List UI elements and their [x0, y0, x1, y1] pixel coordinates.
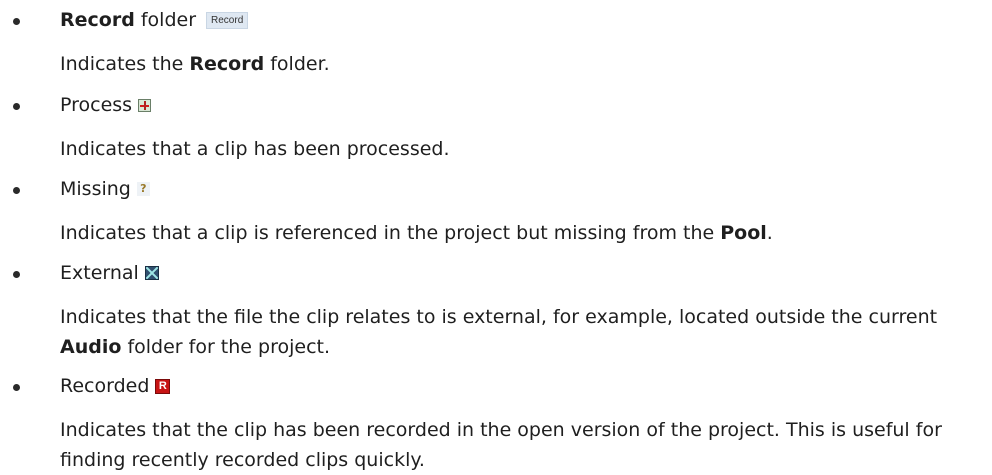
desc-text: Indicates that the file the clip relates… — [60, 306, 938, 328]
item-title: Missing ? — [60, 173, 150, 205]
item-title: Record folder Record — [60, 4, 249, 36]
item-title: Recorded R — [60, 370, 171, 402]
item-description: Indicates that a clip is referenced in t… — [60, 218, 965, 248]
desc-text: Indicates the — [60, 53, 190, 75]
desc-bold: Audio — [60, 336, 122, 358]
item-title-text: External — [60, 262, 139, 284]
item-title-text: Recorded — [60, 375, 150, 397]
icon-legend-list: Record folder Record Indicates the Recor… — [0, 0, 992, 471]
item-title-text: Process — [60, 94, 133, 116]
desc-bold: Pool — [720, 222, 767, 244]
item-title-text: Missing — [60, 178, 131, 200]
item-description: Indicates that the file the clip relates… — [60, 302, 965, 362]
external-icon — [144, 266, 159, 280]
desc-text-end: folder. — [264, 53, 330, 75]
bullet — [13, 103, 20, 110]
item-description: Indicates that the clip has been recorde… — [60, 419, 942, 471]
desc-text-end: . — [766, 222, 773, 244]
desc-text: Indicates that a clip is referenced in t… — [60, 222, 721, 244]
recorded-icon: R — [155, 378, 171, 394]
bullet — [13, 271, 20, 278]
item-title: External — [60, 257, 159, 289]
item-title: Process — [60, 89, 152, 121]
bullet — [13, 187, 20, 194]
desc-text-end: folder for the project. — [121, 336, 331, 358]
process-icon — [138, 98, 152, 112]
item-title-rest: folder — [134, 9, 197, 31]
bullet — [13, 384, 20, 391]
bullet — [13, 18, 20, 25]
desc-bold: Record — [189, 53, 265, 75]
item-description: Indicates that a clip has been processed… — [60, 138, 450, 160]
missing-icon: ? — [136, 182, 150, 196]
record-folder-icon: Record — [206, 11, 249, 29]
item-title-bold: Record — [60, 9, 135, 31]
item-description: Indicates the Record folder. — [60, 49, 965, 79]
